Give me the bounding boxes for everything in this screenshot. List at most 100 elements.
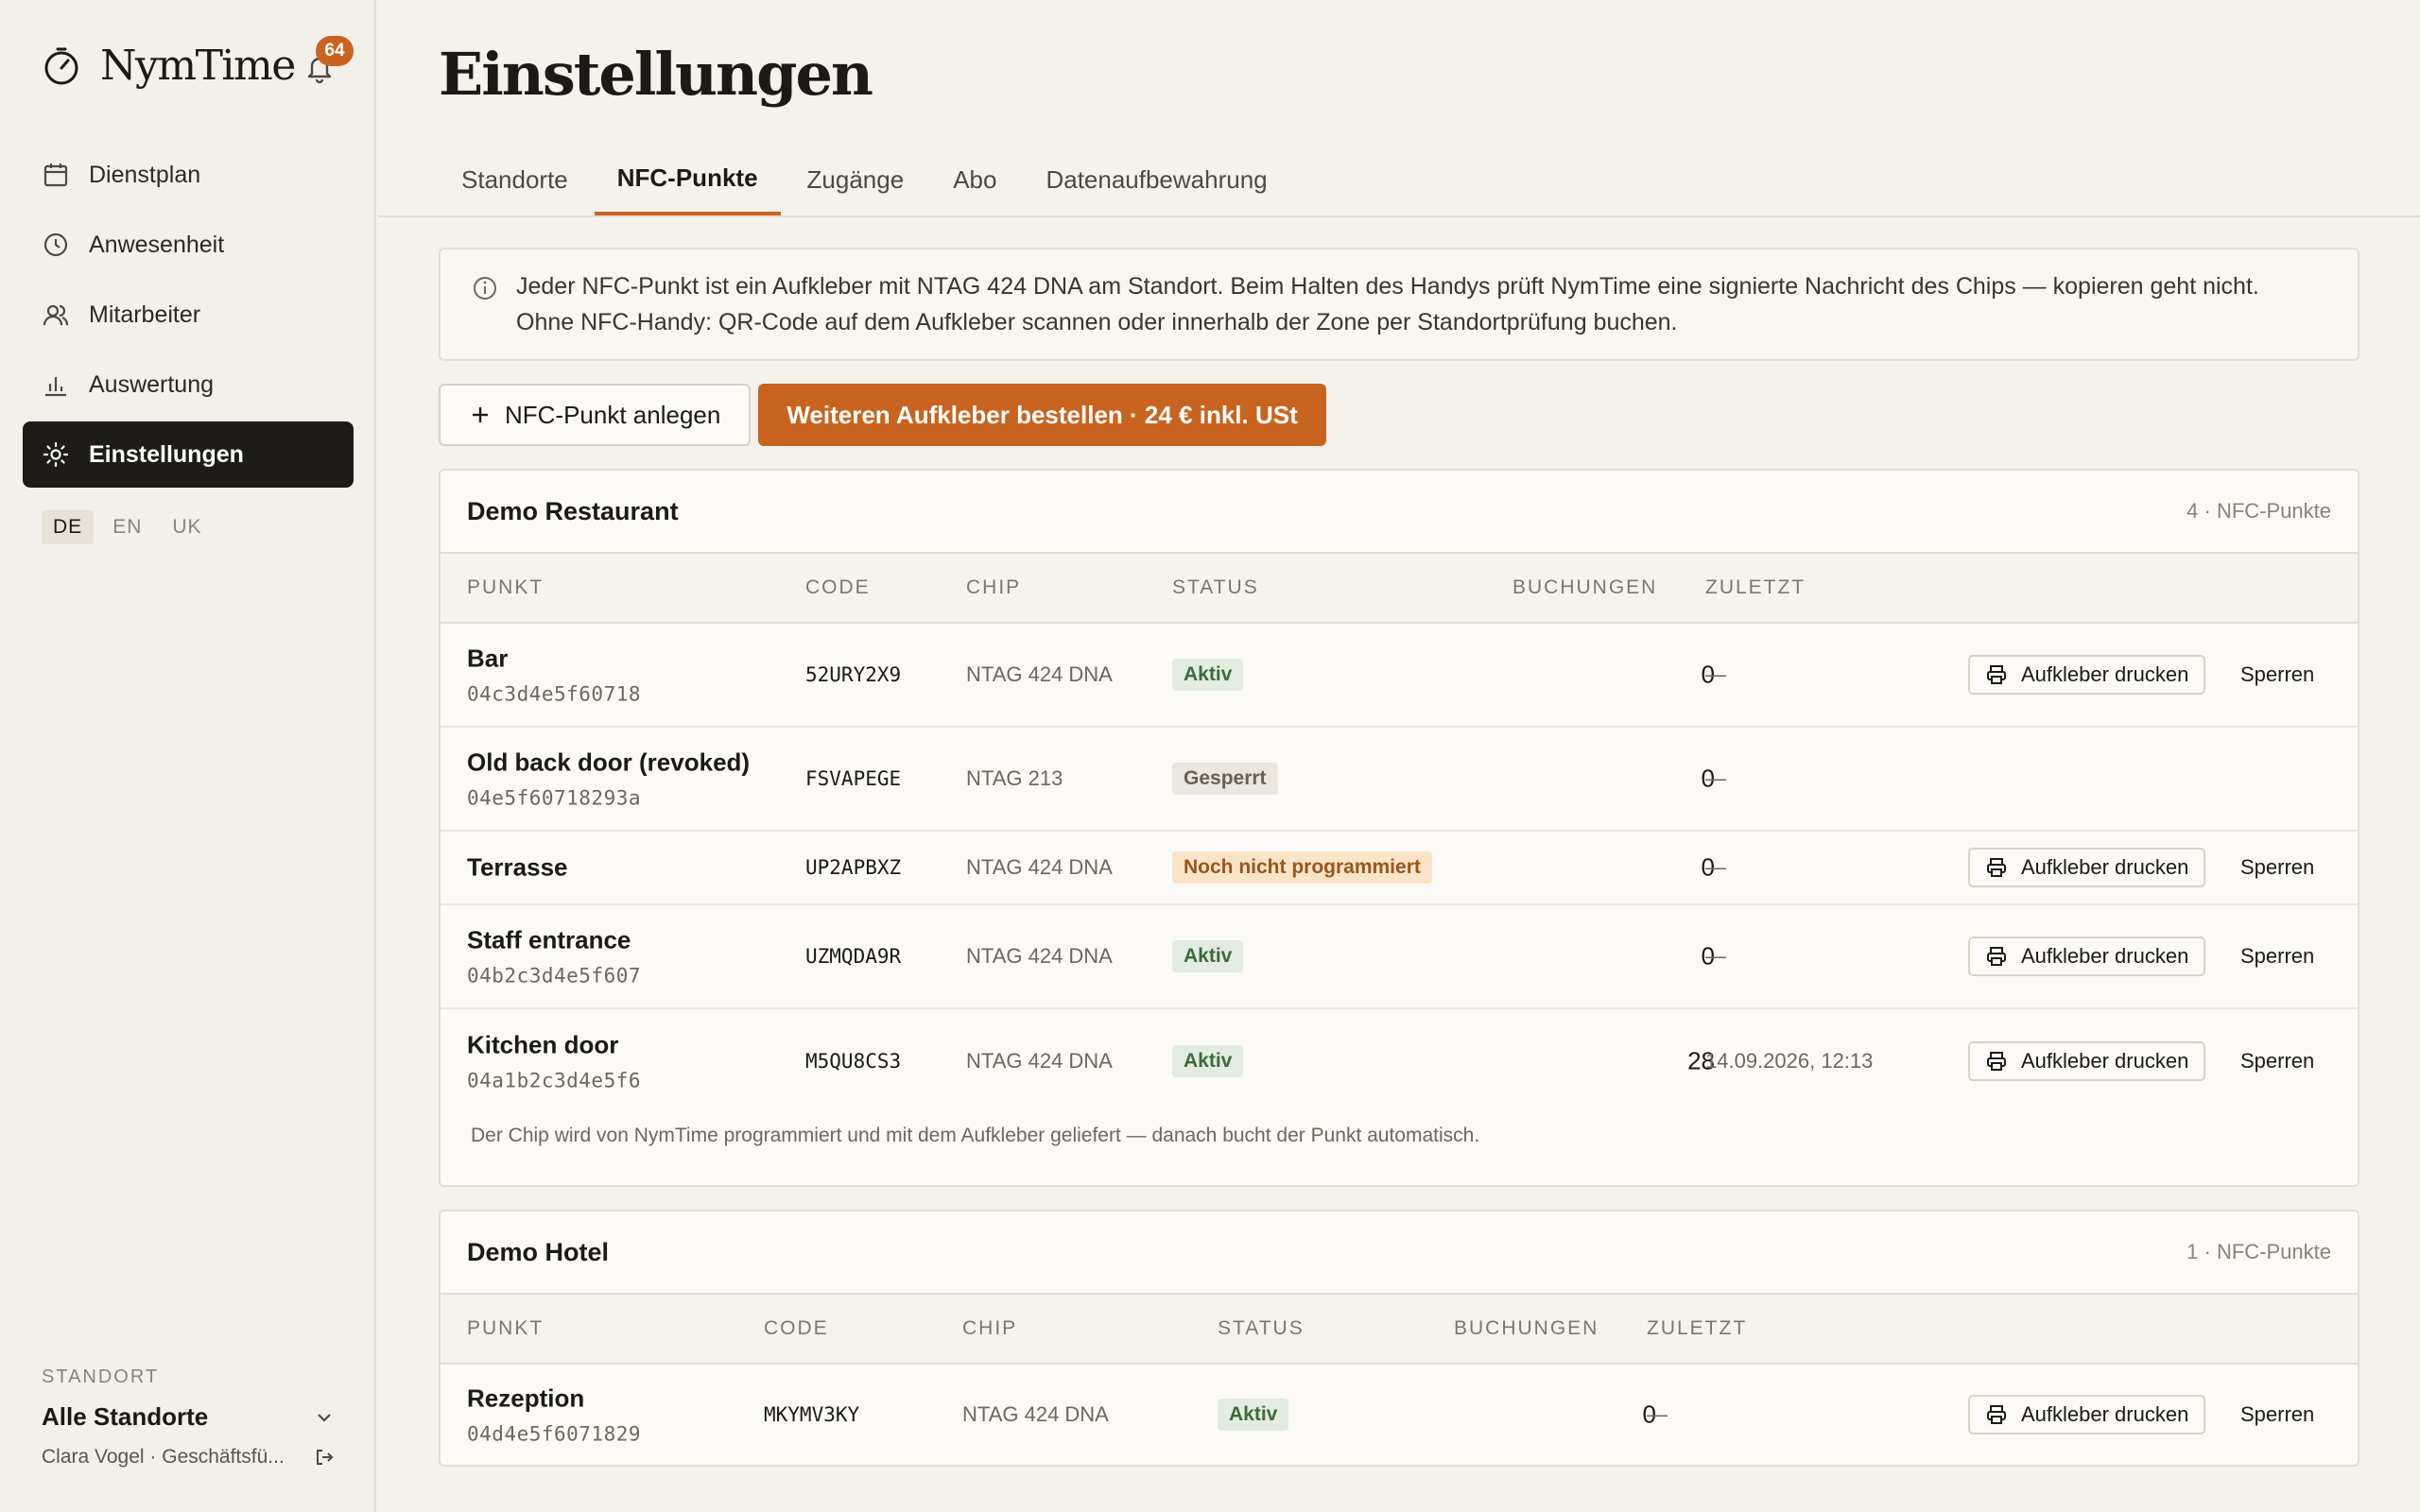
site-card-header: Demo Hotel 1 · NFC-Punkte — [441, 1211, 2358, 1295]
tab-nfc-punkte[interactable]: NFC-Punkte — [594, 144, 781, 215]
point-code: UZMQDA9R — [805, 945, 902, 968]
point-last: — — [1705, 944, 1726, 968]
status-badge: Noch nicht programmiert — [1172, 851, 1432, 884]
nav-item-anwesenheit[interactable]: Anwesenheit — [23, 212, 354, 278]
location-value: Alle Standorte — [42, 1402, 209, 1431]
sidebar: NymTime 64 Dienstplan Anwesenheit Mitarb… — [0, 0, 376, 1512]
lock-button[interactable]: Sperren — [2240, 855, 2314, 880]
gear-icon — [43, 441, 69, 468]
table-row: Rezeption 04d4e5f6071829 MKYMV3KY NTAG 4… — [441, 1365, 2358, 1465]
lang-uk[interactable]: UK — [161, 510, 213, 544]
stopwatch-logo-icon — [44, 47, 78, 84]
action-row: NFC-Punkt anlegen Weiteren Aufkleber bes… — [439, 384, 1326, 446]
nav-item-dienstplan[interactable]: Dienstplan — [23, 142, 354, 208]
point-bookings: 0 — [1701, 764, 1715, 793]
lock-button[interactable]: Sperren — [2240, 1049, 2314, 1074]
logout-icon[interactable] — [314, 1447, 335, 1468]
col-zuletzt: ZULETZT — [1705, 576, 1806, 598]
point-bookings: 0 — [1701, 660, 1715, 689]
point-uid: 04a1b2c3d4e5f6 — [467, 1069, 642, 1092]
site-card-demo-restaurant: Demo Restaurant 4 · NFC-Punkte PUNKT COD… — [439, 469, 2360, 1187]
point-cell: Terrasse — [467, 853, 568, 883]
point-name: Old back door (revoked) — [467, 747, 751, 777]
printer-icon — [1987, 1405, 2006, 1424]
nav-label: Dienstplan — [89, 161, 201, 188]
nav-item-mitarbeiter[interactable]: Mitarbeiter — [23, 282, 354, 348]
order-sticker-button[interactable]: Weiteren Aufkleber bestellen · 24 € inkl… — [758, 384, 1326, 446]
language-switcher: DE EN UK — [42, 510, 214, 544]
tab-abo[interactable]: Abo — [930, 144, 1019, 215]
main-content: Einstellungen Standorte NFC-Punkte Zugän… — [378, 0, 2420, 1512]
nav-item-einstellungen[interactable]: Einstellungen — [23, 421, 354, 488]
chevron-down-icon — [318, 1413, 331, 1422]
site-name: Demo Restaurant — [467, 496, 679, 525]
tab-datenaufbewahrung[interactable]: Datenaufbewahrung — [1023, 144, 1289, 215]
lang-en[interactable]: EN — [101, 510, 153, 544]
users-icon — [43, 304, 69, 326]
user-name: Clara Vogel · Geschäftsfü... — [42, 1446, 285, 1468]
user-info: Clara Vogel · Geschäftsfü... — [42, 1446, 335, 1469]
point-chip: NTAG 213 — [966, 766, 1063, 790]
status-badge: Gesperrt — [1172, 763, 1278, 795]
site-card-demo-hotel: Demo Hotel 1 · NFC-Punkte PUNKT CODE CHI… — [439, 1210, 2360, 1467]
lang-de[interactable]: DE — [42, 510, 95, 544]
point-name: Staff entrance — [467, 925, 631, 954]
point-last: — — [1705, 855, 1726, 879]
point-uid: 04c3d4e5f60718 — [467, 682, 642, 706]
point-last: — — [1647, 1402, 1668, 1426]
point-bookings: 0 — [1701, 852, 1715, 882]
brand-name: NymTime — [100, 42, 296, 90]
plus-icon — [473, 407, 488, 422]
print-sticker-button[interactable]: Aufkleber drucken — [1968, 655, 2206, 695]
point-last: 14.09.2026, 12:13 — [1705, 1049, 1874, 1073]
point-cell: Staff entrance 04b2c3d4e5f607 — [467, 926, 641, 988]
point-name: Rezeption — [467, 1383, 585, 1413]
print-sticker-button[interactable]: Aufkleber drucken — [1968, 936, 2206, 976]
print-sticker-label: Aufkleber drucken — [2021, 855, 2189, 879]
lock-button[interactable]: Sperren — [2240, 944, 2314, 969]
calendar-icon — [43, 163, 68, 187]
table-header: PUNKT CODE CHIP STATUS BUCHUNGEN ZULETZT — [441, 1295, 2358, 1365]
point-cell: Kitchen door 04a1b2c3d4e5f6 — [467, 1031, 641, 1092]
info-icon — [474, 277, 496, 300]
tab-zugaenge[interactable]: Zugänge — [785, 144, 927, 215]
lock-button[interactable]: Sperren — [2240, 662, 2314, 687]
site-name: Demo Hotel — [467, 1237, 610, 1266]
point-uid: 04e5f60718293a — [467, 786, 642, 810]
print-sticker-button[interactable]: Aufkleber drucken — [1968, 848, 2206, 887]
info-banner: Jeder NFC-Punkt ist ein Aufkleber mit NT… — [439, 248, 2360, 361]
tab-standorte[interactable]: Standorte — [439, 144, 591, 215]
nav-label: Mitarbeiter — [89, 301, 201, 328]
site-point-count: 4 · NFC-Punkte — [2187, 499, 2331, 523]
nav-label: Einstellungen — [89, 440, 244, 468]
notification-badge: 64 — [316, 36, 354, 66]
point-cell: Old back door (revoked) 04e5f60718293a — [467, 748, 750, 810]
col-code: CODE — [764, 1317, 829, 1339]
settings-tabs: Standorte NFC-Punkte Zugänge Abo Datenau… — [439, 144, 1294, 215]
table-row: Terrasse UP2APBXZ NTAG 424 DNA Noch nich… — [441, 832, 2358, 905]
brand[interactable]: NymTime — [42, 42, 296, 90]
nav-item-auswertung[interactable]: Auswertung — [23, 352, 354, 418]
col-punkt: PUNKT — [467, 1317, 544, 1339]
point-code: UP2APBXZ — [805, 856, 902, 879]
table-row: Staff entrance 04b2c3d4e5f607 UZMQDA9R N… — [441, 905, 2358, 1009]
lock-button[interactable]: Sperren — [2240, 1402, 2314, 1427]
point-chip: NTAG 424 DNA — [966, 662, 1113, 686]
table-row: Bar 04c3d4e5f60718 52URY2X9 NTAG 424 DNA… — [441, 624, 2358, 728]
print-sticker-button[interactable]: Aufkleber drucken — [1968, 1041, 2206, 1081]
point-bookings: 0 — [1701, 941, 1715, 971]
col-status: STATUS — [1218, 1317, 1305, 1339]
location-select[interactable]: Alle Standorte — [42, 1402, 335, 1432]
print-sticker-button[interactable]: Aufkleber drucken — [1968, 1395, 2206, 1435]
info-text-line-2: Ohne NFC-Handy: QR-Code auf dem Aufklebe… — [516, 309, 1678, 335]
point-chip: NTAG 424 DNA — [962, 1402, 1109, 1426]
printer-icon — [1987, 858, 2006, 877]
col-chip: CHIP — [966, 576, 1022, 598]
col-status: STATUS — [1172, 576, 1259, 598]
add-nfc-point-button[interactable]: NFC-Punkt anlegen — [439, 384, 752, 446]
table-row: Old back door (revoked) 04e5f60718293a F… — [441, 728, 2358, 832]
point-code: 52URY2X9 — [805, 663, 902, 686]
clock-icon — [43, 232, 68, 257]
status-badge: Aktiv — [1172, 1045, 1244, 1077]
point-code: M5QU8CS3 — [805, 1050, 902, 1073]
